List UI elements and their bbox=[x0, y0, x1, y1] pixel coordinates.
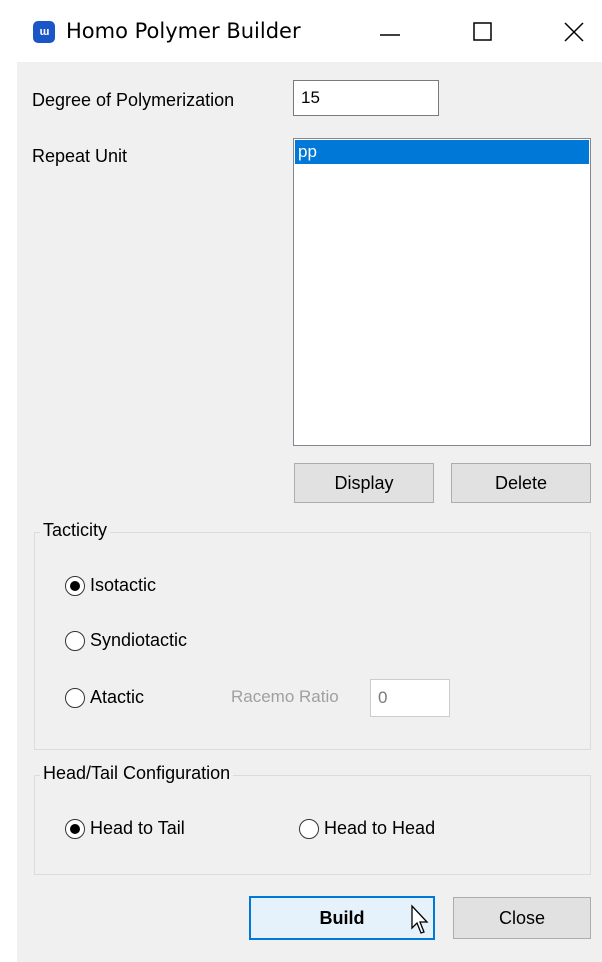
head-tail-group: Head/Tail Configuration Head to Tail Hea… bbox=[34, 763, 591, 875]
head-to-head-label[interactable]: Head to Head bbox=[324, 818, 435, 839]
head-tail-title: Head/Tail Configuration bbox=[40, 763, 234, 784]
close-window-button[interactable] bbox=[546, 6, 602, 58]
window-title: Homo Polymer Builder bbox=[66, 19, 301, 43]
close-button[interactable]: Close bbox=[453, 897, 591, 939]
head-to-head-radio[interactable] bbox=[299, 819, 319, 839]
close-icon bbox=[564, 22, 584, 42]
syndiotactic-label[interactable]: Syndiotactic bbox=[90, 630, 187, 651]
app-logo-icon: ɯ bbox=[33, 21, 55, 43]
isotactic-label[interactable]: Isotactic bbox=[90, 575, 156, 596]
repeat-unit-label: Repeat Unit bbox=[32, 146, 128, 166]
list-item[interactable]: pp bbox=[295, 140, 589, 164]
minimize-button[interactable] bbox=[362, 6, 418, 58]
head-to-tail-label[interactable]: Head to Tail bbox=[90, 818, 185, 839]
display-button[interactable]: Display bbox=[294, 463, 434, 503]
atactic-radio[interactable] bbox=[65, 688, 85, 708]
racemo-ratio-input[interactable]: 0 bbox=[370, 679, 450, 717]
maximize-button[interactable] bbox=[455, 6, 511, 58]
tacticity-title: Tacticity bbox=[40, 520, 111, 541]
title-bar[interactable]: ɯ Homo Polymer Builder bbox=[0, 0, 602, 62]
atactic-label[interactable]: Atactic bbox=[90, 687, 144, 708]
head-to-tail-radio[interactable] bbox=[65, 819, 85, 839]
delete-button[interactable]: Delete bbox=[451, 463, 591, 503]
degree-label: Degree of Polymerization bbox=[32, 90, 235, 110]
minimize-icon bbox=[380, 34, 400, 36]
tacticity-group: Tacticity Isotactic Syndiotactic Atactic… bbox=[34, 520, 591, 750]
cursor-icon bbox=[411, 904, 429, 934]
syndiotactic-radio[interactable] bbox=[65, 631, 85, 651]
degree-input[interactable]: 15 bbox=[293, 80, 439, 116]
repeat-unit-list[interactable]: pp bbox=[293, 138, 591, 446]
racemo-ratio-label: Racemo Ratio bbox=[231, 687, 339, 706]
isotactic-radio[interactable] bbox=[65, 576, 85, 596]
maximize-icon bbox=[473, 22, 492, 41]
dialog-body: Degree of Polymerization 15 Repeat Unit … bbox=[17, 62, 602, 962]
